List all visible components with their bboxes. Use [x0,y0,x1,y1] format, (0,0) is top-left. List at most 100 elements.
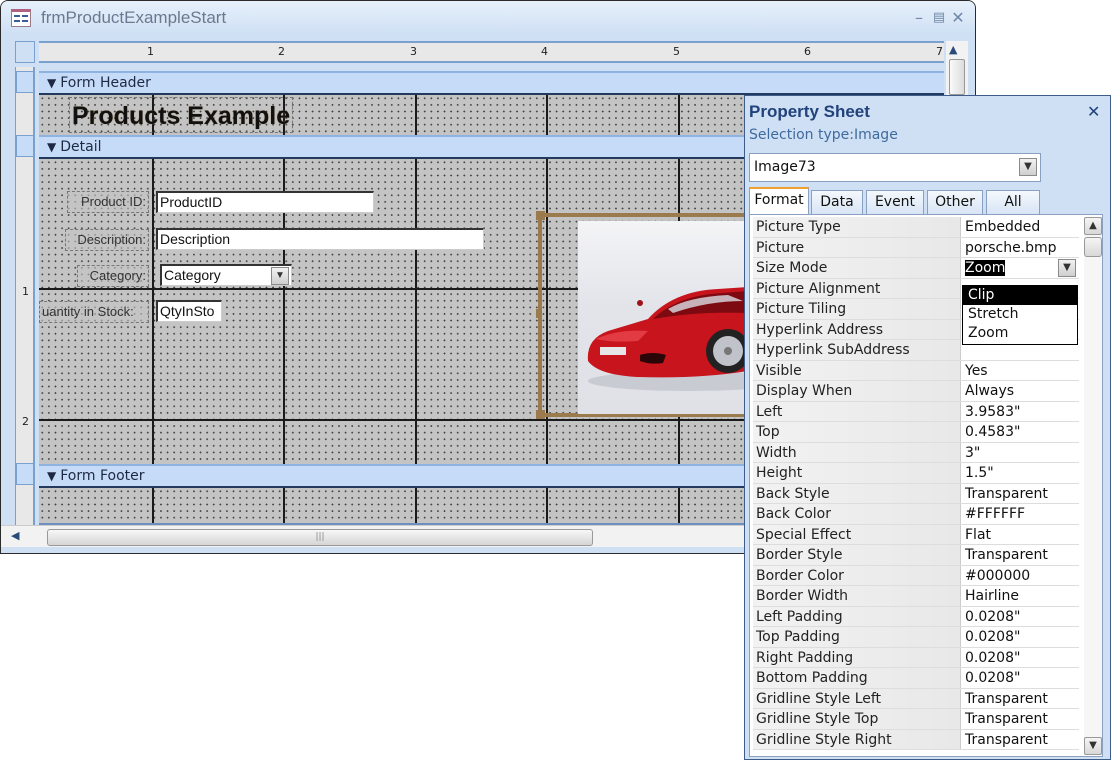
scroll-up-icon[interactable]: ▲ [1084,217,1102,235]
property-value[interactable]: 0.0208" [962,647,1080,667]
property-value[interactable]: Hairline [962,586,1080,606]
property-name: Picture [753,237,961,257]
property-value[interactable]: Transparent [962,483,1080,503]
section-selector-header[interactable] [16,71,34,93]
property-value[interactable]: 0.0208" [962,627,1080,647]
form-header-bar[interactable]: ▼ Form Header [39,71,944,95]
property-value[interactable]: Yes [962,360,1080,380]
tab-event[interactable]: Event [866,190,924,214]
ruler-label: 1 [22,285,29,298]
property-row[interactable]: Display When Always [753,381,1080,402]
close-icon[interactable]: ✕ [948,9,968,27]
property-value[interactable]: Transparent [962,729,1080,749]
property-row[interactable]: Height 1.5" [753,463,1080,484]
property-name: Border Style [753,545,961,565]
chevron-down-icon[interactable]: ▼ [271,267,289,285]
property-row[interactable]: Picture Type Embedded [753,217,1080,238]
property-value[interactable]: 3" [962,442,1080,462]
maximize-icon[interactable]: ▤ [929,9,949,27]
resize-handle[interactable] [536,410,545,419]
size-mode-option-stretch[interactable]: Stretch [963,305,1077,324]
property-row[interactable]: Gridline Style Left Transparent [753,688,1080,709]
property-value[interactable]: #000000 [962,565,1080,585]
property-row[interactable]: Size Mode Zoom ▼ [753,258,1080,279]
property-row[interactable]: Right Padding 0.0208" [753,647,1080,668]
image-control[interactable] [536,211,748,419]
property-value[interactable]: porsche.bmp [962,237,1080,257]
form-selector[interactable] [15,41,35,63]
property-row[interactable]: Bottom Padding 0.0208" [753,668,1080,689]
horizontal-ruler[interactable]: 1 2 3 4 5 6 7 [39,41,944,63]
property-sheet-title: Property Sheet [749,102,870,121]
property-value[interactable]: #FFFFFF [962,504,1080,524]
tab-other[interactable]: Other [927,190,983,214]
property-value[interactable]: 3.9583" [962,401,1080,421]
category-combobox-value: Category [164,267,221,283]
product-id-textbox[interactable]: ProductID [156,191,374,213]
ruler-label: 2 [22,415,29,428]
scroll-thumb[interactable]: ||| [47,529,593,546]
section-selector-detail[interactable] [16,135,34,157]
close-icon[interactable]: ✕ [1087,102,1100,121]
scroll-thumb[interactable] [1084,237,1102,257]
size-mode-value[interactable]: Zoom [965,260,1006,276]
property-row[interactable]: Top Padding 0.0208" [753,627,1080,648]
form-heading-label[interactable]: Products Example [69,97,294,133]
size-mode-dropdown-list: Clip Stretch Zoom [962,285,1078,345]
chevron-down-icon[interactable]: ▼ [1058,259,1076,277]
category-label[interactable]: Category: [77,265,149,287]
property-row[interactable]: Border Color #000000 [753,565,1080,586]
tab-all[interactable]: All [986,190,1040,214]
property-value[interactable]: Always [962,381,1080,401]
chevron-down-icon[interactable]: ▼ [1019,158,1037,176]
scroll-thumb[interactable] [949,59,965,95]
property-row[interactable]: Top 0.4583" [753,422,1080,443]
property-row[interactable]: Picture porsche.bmp [753,237,1080,258]
resize-handle[interactable] [536,309,542,318]
property-value[interactable]: Zoom ▼ [962,258,1080,278]
description-textbox[interactable]: Description [156,228,484,250]
property-row[interactable]: Visible Yes [753,360,1080,381]
tab-data[interactable]: Data [811,190,863,214]
category-combobox[interactable]: Category ▼ [160,264,292,286]
property-row[interactable]: Border Style Transparent [753,545,1080,566]
property-row[interactable]: Back Color #FFFFFF [753,504,1080,525]
ruler-label: 3 [410,45,417,58]
property-scrollbar[interactable]: ▲ ▼ [1084,217,1102,755]
scroll-left-icon[interactable]: ◀ [11,529,19,542]
size-mode-option-zoom[interactable]: Zoom [963,324,1077,343]
property-value[interactable]: 0.0208" [962,668,1080,688]
property-name: Gridline Style Top [753,709,961,729]
property-value[interactable]: Transparent [962,545,1080,565]
resize-handle[interactable] [536,211,545,220]
property-row[interactable]: Special Effect Flat [753,524,1080,545]
product-id-label[interactable]: Product ID: [67,191,149,213]
scroll-up-icon[interactable]: ▲ [949,43,957,56]
property-row[interactable]: Left Padding 0.0208" [753,606,1080,627]
property-value[interactable]: Transparent [962,709,1080,729]
quantity-in-stock-textbox[interactable]: QtyInSto [156,300,222,322]
section-selector-footer[interactable] [16,463,34,485]
property-row[interactable]: Gridline Style Right Transparent [753,729,1080,750]
quantity-in-stock-label[interactable]: uantity in Stock: [39,301,149,323]
scroll-down-icon[interactable]: ▼ [1084,737,1102,755]
tab-format[interactable]: Format [749,187,809,215]
property-row[interactable]: Gridline Style Top Transparent [753,709,1080,730]
minimize-icon[interactable]: – [909,9,929,27]
property-row[interactable]: Back Style Transparent [753,483,1080,504]
vertical-ruler[interactable]: 1 2 [15,67,35,525]
property-row[interactable]: Left 3.9583" [753,401,1080,422]
property-value[interactable]: Transparent [962,688,1080,708]
description-label[interactable]: Description: [65,229,149,251]
object-selector[interactable]: Image73 ▼ [749,153,1041,182]
property-value[interactable]: 1.5" [962,463,1080,483]
title-bar[interactable]: frmProductExampleStart – ▤ ✕ [1,1,975,35]
property-row[interactable]: Border Width Hairline [753,586,1080,607]
property-row[interactable]: Width 3" [753,442,1080,463]
property-value[interactable]: Flat [962,524,1080,544]
property-value[interactable]: Embedded [962,217,1080,237]
size-mode-option-clip[interactable]: Clip [963,286,1077,305]
property-value[interactable]: 0.4583" [962,422,1080,442]
property-value[interactable]: 0.0208" [962,606,1080,626]
property-name: Picture Alignment [753,278,961,298]
